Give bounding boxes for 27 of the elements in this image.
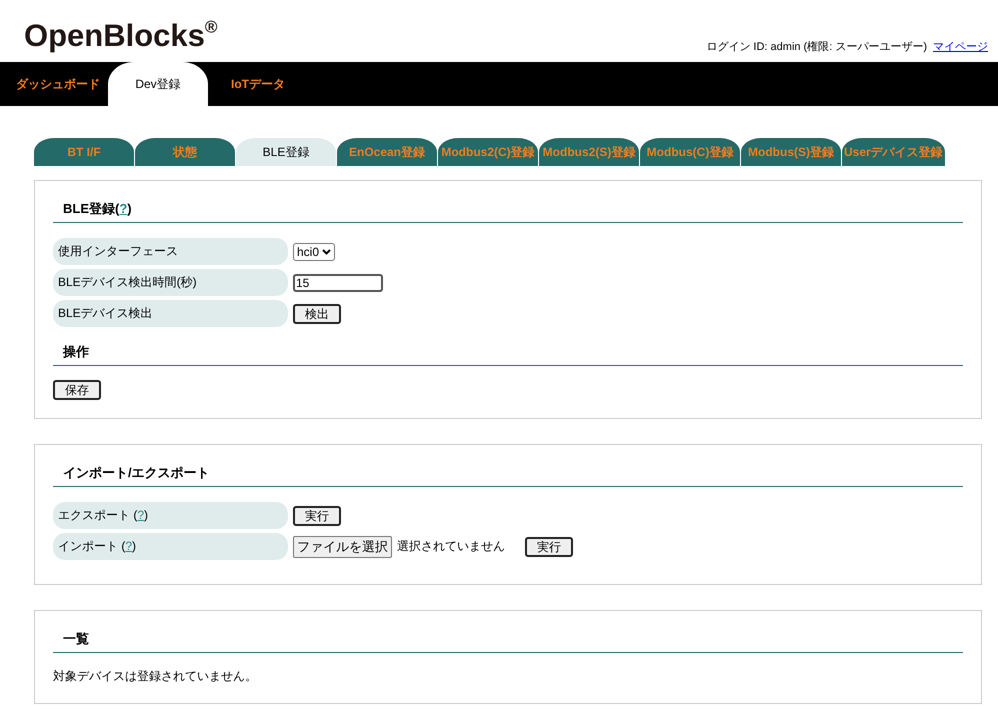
sub-tab[interactable]: BLE登録 (236, 138, 336, 166)
login-info: ログイン ID: admin (権限: スーパーユーザー) (706, 41, 927, 54)
row-label: BLEデバイス検出時間(秒) (53, 269, 288, 296)
row-label: BLEデバイス検出 (53, 300, 288, 327)
chevron-down-icon (322, 248, 332, 254)
logo: OpenBlocks$^{®}$ (24, 18, 218, 54)
row-label: エクスポート (?) (53, 502, 288, 529)
empty-message: 対象デバイスは登録されていません。 (53, 668, 258, 685)
action-button[interactable]: 実行 (525, 536, 573, 556)
nav-tab[interactable]: IoTデータ (208, 62, 308, 106)
nav-tab[interactable]: ダッシュボード (8, 62, 108, 106)
row-label: 使用インターフェース (53, 238, 288, 265)
section-title: 一覧 (62, 630, 90, 648)
save-button[interactable]: 保存 (53, 380, 101, 400)
section-title: インポート/エクスポート (62, 464, 211, 482)
header-link[interactable]: マイページ (933, 41, 988, 54)
row-label: インポート (?) (53, 533, 288, 560)
action-button[interactable]: 検出 (293, 304, 341, 324)
file-status-text: 選択されていません (397, 538, 505, 555)
section-title: BLE登録(?) (62, 200, 133, 218)
nav-tab[interactable]: Dev登録 (108, 62, 208, 106)
section-title: 操作 (62, 343, 90, 361)
dropdown-select[interactable]: hci0 (293, 242, 336, 260)
text-field[interactable]: 15 (293, 274, 383, 292)
file-choose-button[interactable]: ファイルを選択 (293, 536, 392, 558)
action-button[interactable]: 実行 (293, 506, 341, 526)
help-link[interactable]: ? (119, 201, 128, 216)
